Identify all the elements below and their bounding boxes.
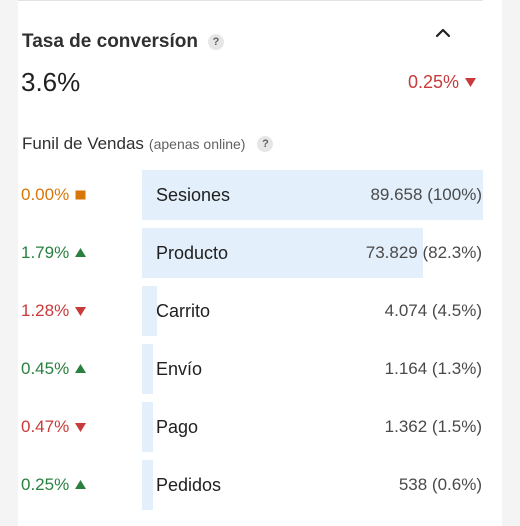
metric-delta-value: 0.25% xyxy=(407,72,459,92)
metric-value: 3.6% xyxy=(21,67,81,97)
metric-delta: 0.25% xyxy=(408,72,476,93)
funnel-stage-row: 1.28% Carrito 4.074 (4.5%) xyxy=(0,286,520,336)
triangle-down-icon xyxy=(75,423,87,432)
triangle-up-icon xyxy=(75,248,87,257)
funnel-stage-change-value: 0.47% xyxy=(21,417,70,436)
triangle-up-icon xyxy=(75,364,87,373)
funnel-stage-change: 1.28% xyxy=(21,286,87,336)
triangle-down-icon xyxy=(75,307,87,316)
funnel-stage-change-value: 0.25% xyxy=(21,475,70,494)
funnel-stage-row: 0.00% Sesiones 89.658 (100%) xyxy=(0,170,520,220)
funnel-stage-label: Producto xyxy=(156,242,229,263)
funnel-stage-label: Pedidos xyxy=(156,474,222,495)
funnel-stage-count: 1.362 (1.5%) xyxy=(384,417,482,436)
square-icon xyxy=(75,190,86,200)
funnel-stage-change: 0.45% xyxy=(21,344,87,394)
triangle-up-icon xyxy=(75,480,87,489)
help-icon[interactable]: ? xyxy=(208,34,224,50)
funnel-subtitle: (apenas online) xyxy=(148,136,246,152)
funnel-stage-row: 0.25% Pedidos 538 (0.6%) xyxy=(0,460,520,510)
funnel-stage-count: 538 (0.6%) xyxy=(398,475,482,494)
funnel-stage-label: Carrito xyxy=(156,300,211,321)
funnel-stage-count: 4.074 (4.5%) xyxy=(384,301,482,320)
funnel-stage-count: 89.658 (100%) xyxy=(370,185,482,204)
top-divider xyxy=(18,0,483,1)
funnel-stage-change-value: 1.79% xyxy=(21,243,70,262)
funnel-stage-change-value: 0.00% xyxy=(21,185,70,204)
funnel-header: Funil de Vendas (apenas online) ? xyxy=(22,134,274,154)
funnel-stage-label: Sesiones xyxy=(156,184,231,205)
funnel-stage-row: 1.79% Producto 73.829 (82.3%) xyxy=(0,228,520,278)
collapse-button[interactable] xyxy=(431,23,455,43)
funnel-stage-row: 0.45% Envío 1.164 (1.3%) xyxy=(0,344,520,394)
funnel-stage-bar xyxy=(142,402,153,452)
chevron-up-icon xyxy=(435,28,451,38)
funnel-stage-bar xyxy=(142,286,157,336)
funnel-stage-bar xyxy=(142,460,153,510)
funnel-stage-change-value: 0.45% xyxy=(21,359,70,378)
triangle-down-icon xyxy=(465,78,476,87)
funnel-stage-change: 1.79% xyxy=(21,228,87,278)
funnel-stage-bar xyxy=(142,344,153,394)
funnel-stage-change: 0.25% xyxy=(21,460,87,510)
funnel-stage-label: Envío xyxy=(156,358,203,379)
help-icon[interactable]: ? xyxy=(257,136,274,152)
funnel-stage-change-value: 1.28% xyxy=(21,301,70,320)
funnel-stage-count: 1.164 (1.3%) xyxy=(384,359,482,378)
funnel-stage-row: 0.47% Pago 1.362 (1.5%) xyxy=(0,402,520,452)
funnel-stage-change: 0.00% xyxy=(21,170,86,220)
funnel-title: Funil de Vendas xyxy=(22,134,144,153)
funnel-stage-label: Pago xyxy=(156,416,199,437)
metric-title: Tasa de conversíon xyxy=(22,31,198,52)
metric-header: Tasa de conversíon ? xyxy=(22,31,224,53)
funnel-stage-count: 73.829 (82.3%) xyxy=(365,243,482,262)
funnel-stage-change: 0.47% xyxy=(21,402,87,452)
